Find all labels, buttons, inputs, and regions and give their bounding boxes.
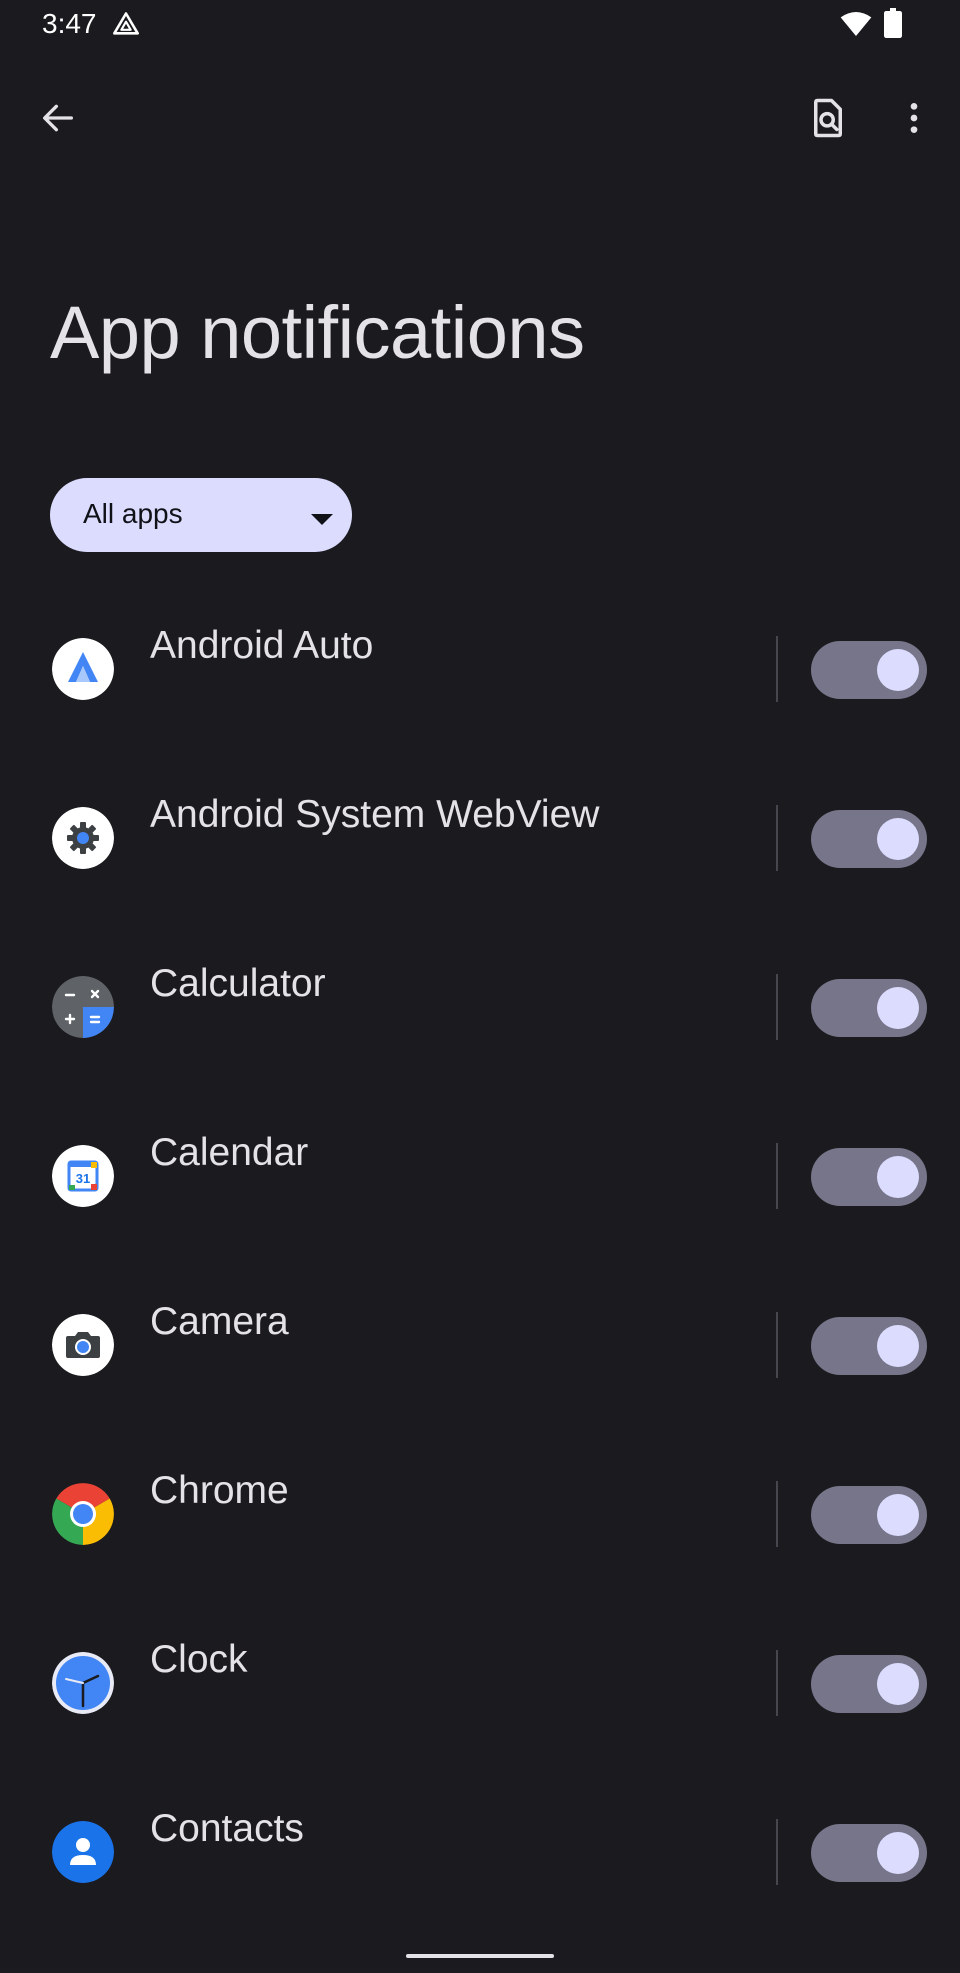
status-bar: 3:47 xyxy=(0,0,960,50)
chrome-icon xyxy=(52,1483,114,1545)
app-name: Calculator xyxy=(150,962,326,1005)
toggle-thumb xyxy=(877,1156,919,1198)
app-row-chrome[interactable]: Chrome xyxy=(0,1445,960,1614)
app-row-camera[interactable]: Camera xyxy=(0,1276,960,1445)
camera-icon xyxy=(52,1314,114,1376)
app-row-contacts[interactable]: Contacts xyxy=(0,1783,960,1952)
toggle-thumb xyxy=(877,818,919,860)
divider xyxy=(776,636,778,702)
notification-toggle[interactable] xyxy=(811,1148,927,1206)
more-vert-icon xyxy=(910,103,918,133)
toggle-thumb xyxy=(877,1494,919,1536)
toggle-thumb xyxy=(877,1663,919,1705)
app-row-calendar[interactable]: 31 Calendar xyxy=(0,1107,960,1276)
app-row-android-system-webview[interactable]: Android System WebView xyxy=(0,769,960,938)
search-settings-icon xyxy=(814,98,842,138)
app-name: Chrome xyxy=(150,1469,289,1512)
toggle-thumb xyxy=(877,649,919,691)
drive-icon xyxy=(113,12,139,35)
app-filter-dropdown[interactable]: All apps xyxy=(50,478,352,552)
app-name: Calendar xyxy=(150,1131,309,1174)
calculator-icon xyxy=(52,976,114,1038)
notification-toggle[interactable] xyxy=(811,979,927,1037)
arrow-back-icon xyxy=(43,104,74,132)
app-name: Contacts xyxy=(150,1807,304,1850)
top-app-bar xyxy=(0,80,960,152)
calendar-icon: 31 xyxy=(52,1145,114,1207)
android-auto-icon xyxy=(52,638,114,700)
app-row-android-auto[interactable]: Android Auto xyxy=(0,600,960,769)
more-options-button[interactable] xyxy=(886,90,942,146)
app-row-calculator[interactable]: Calculator xyxy=(0,938,960,1107)
app-row-clock[interactable]: Clock xyxy=(0,1614,960,1783)
notification-toggle[interactable] xyxy=(811,1824,927,1882)
app-name: Clock xyxy=(150,1638,248,1681)
app-list: Android Auto Android System WebView Calc… xyxy=(0,600,960,1952)
webview-icon xyxy=(52,807,114,869)
calendar-day-number: 31 xyxy=(76,1171,90,1186)
wifi-icon xyxy=(840,12,872,36)
dropdown-arrow-icon xyxy=(311,514,333,525)
page-title: App notifications xyxy=(50,291,585,374)
back-button[interactable] xyxy=(30,90,86,146)
status-time: 3:47 xyxy=(42,8,97,39)
divider xyxy=(776,1143,778,1209)
notification-toggle[interactable] xyxy=(811,641,927,699)
app-name: Android System WebView xyxy=(150,793,600,836)
divider xyxy=(776,1481,778,1547)
filter-selected-label: All apps xyxy=(83,498,183,529)
notification-toggle[interactable] xyxy=(811,810,927,868)
divider xyxy=(776,805,778,871)
divider xyxy=(776,974,778,1040)
notification-toggle[interactable] xyxy=(811,1317,927,1375)
toggle-thumb xyxy=(877,1832,919,1874)
notification-toggle[interactable] xyxy=(811,1655,927,1713)
toggle-thumb xyxy=(877,987,919,1029)
contacts-icon xyxy=(52,1821,114,1883)
battery-icon xyxy=(884,8,902,38)
search-settings-button[interactable] xyxy=(800,90,856,146)
divider xyxy=(776,1819,778,1885)
divider xyxy=(776,1312,778,1378)
app-name: Camera xyxy=(150,1300,289,1343)
app-name: Android Auto xyxy=(150,624,374,667)
gesture-nav-handle[interactable] xyxy=(406,1954,554,1958)
toggle-thumb xyxy=(877,1325,919,1367)
notification-toggle[interactable] xyxy=(811,1486,927,1544)
clock-icon xyxy=(52,1652,114,1714)
divider xyxy=(776,1650,778,1716)
